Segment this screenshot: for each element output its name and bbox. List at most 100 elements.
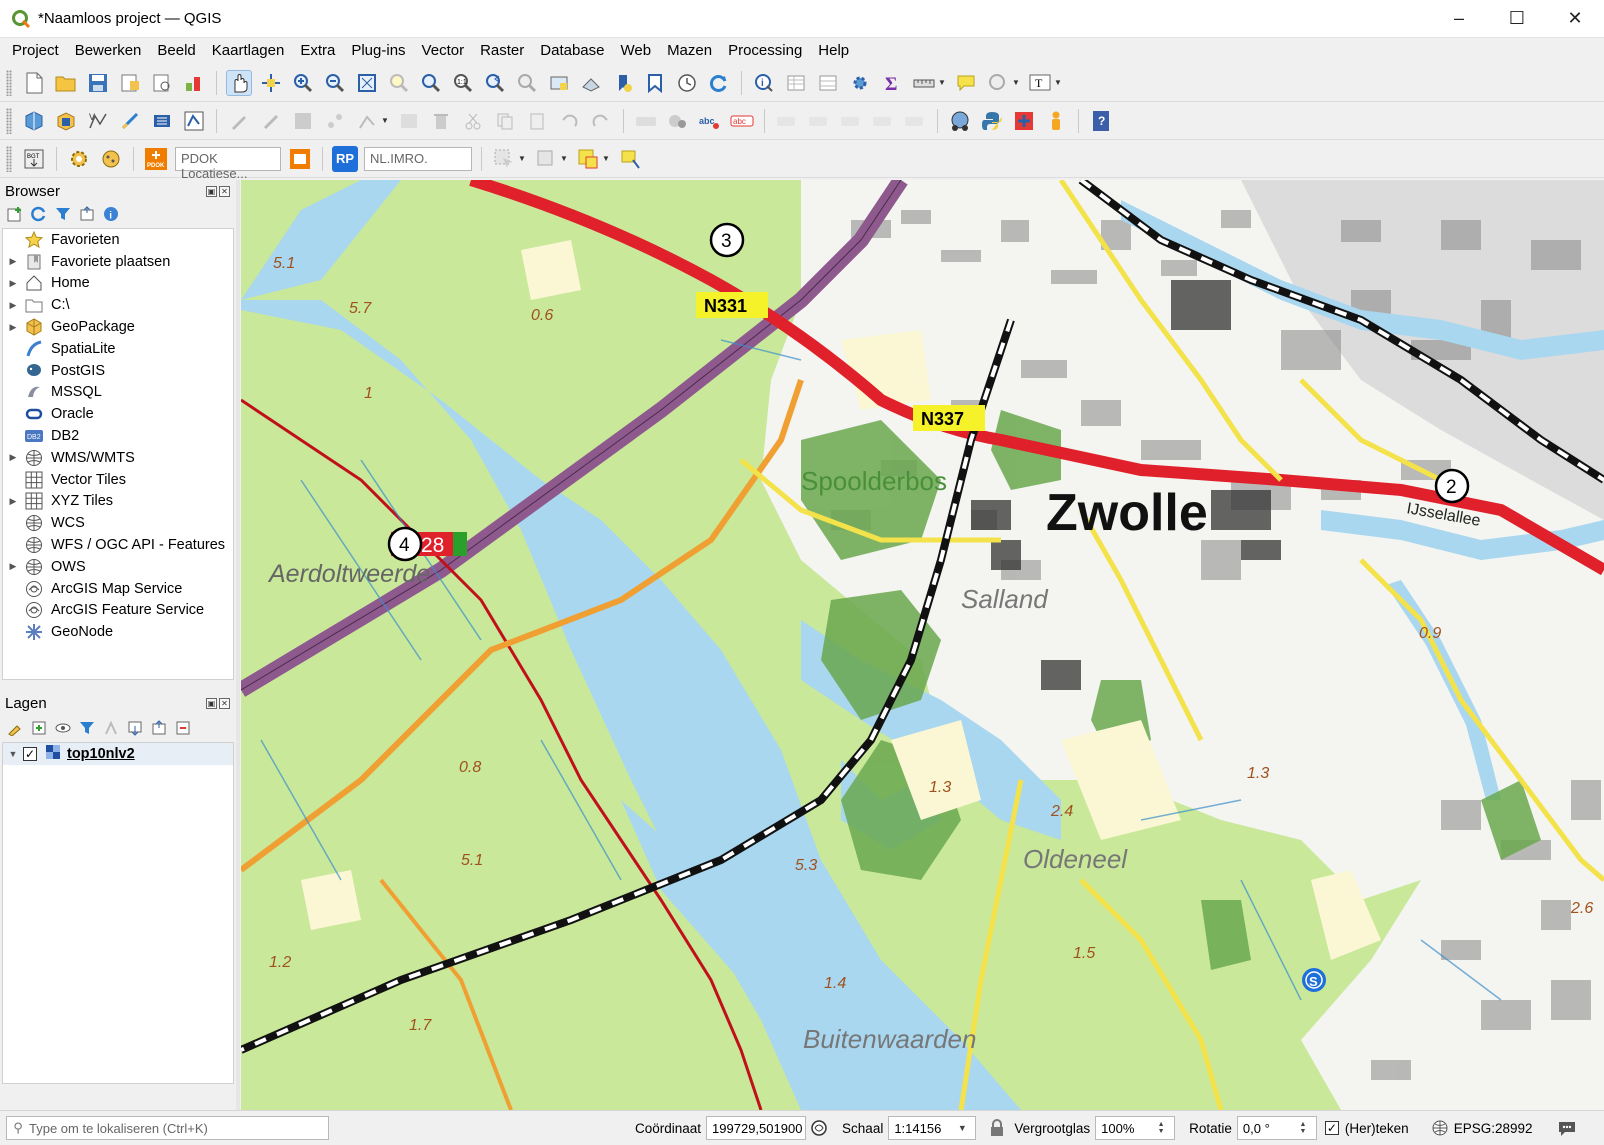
select-features-dropdown-icon[interactable]: ▼ [518, 154, 526, 163]
menu-bewerken[interactable]: Bewerken [67, 38, 150, 64]
expand-arrow-icon[interactable]: ▶ [3, 452, 23, 463]
menu-extra[interactable]: Extra [292, 38, 343, 64]
zoom-to-layer-icon[interactable] [418, 70, 444, 96]
pan-map-icon[interactable] [226, 69, 252, 96]
zoom-last-icon[interactable] [482, 70, 508, 96]
label-toolbar-icon[interactable] [633, 108, 659, 134]
close-panel-button[interactable]: ✕ [219, 185, 230, 197]
menu-help[interactable]: Help [810, 38, 857, 64]
toolbar-grip[interactable] [6, 107, 12, 134]
save-edits-icon[interactable] [290, 108, 316, 134]
layer-labeling-icon[interactable] [665, 108, 691, 134]
close-panel-button[interactable]: ✕ [219, 697, 230, 709]
menu-processing[interactable]: Processing [720, 38, 810, 64]
text-annotation-icon[interactable]: T [1027, 70, 1053, 96]
browser-item[interactable]: WFS / OGC API - Features [3, 534, 233, 556]
label-highlight-icon[interactable]: abc [697, 108, 723, 134]
imro-search-input[interactable]: NL.IMRO. [364, 146, 472, 171]
current-edits-icon[interactable] [226, 108, 252, 134]
new-temporary-layer-icon[interactable] [117, 108, 143, 134]
modify-attributes-icon[interactable] [396, 108, 422, 134]
new-virtual-layer-icon[interactable] [149, 108, 175, 134]
expand-arrow-icon[interactable]: ▶ [3, 561, 23, 572]
menu-plugins[interactable]: Plug-ins [343, 38, 413, 64]
browser-item[interactable]: ArcGIS Map Service [3, 578, 233, 600]
crs-globe-icon[interactable] [1431, 1119, 1449, 1137]
layer-visibility-checkbox[interactable]: ✓ [23, 747, 37, 761]
menu-database[interactable]: Database [532, 38, 612, 64]
expand-arrow-icon[interactable]: ▶ [3, 256, 23, 267]
new-map-view-icon[interactable] [546, 70, 572, 96]
magnifier-spinner-icon[interactable]: ▲ ▼ [1153, 1121, 1169, 1135]
add-feature-icon[interactable] [322, 108, 348, 134]
quickosm-icon[interactable] [947, 108, 973, 134]
float-panel-button[interactable]: ▣ [206, 697, 217, 709]
new-print-layout-icon[interactable] [117, 70, 143, 96]
vertex-tool-icon[interactable] [354, 108, 380, 134]
paste-features-icon[interactable] [524, 108, 550, 134]
show-spatial-bookmarks-icon[interactable] [642, 70, 668, 96]
browser-item[interactable]: ▶ C:\ [3, 294, 233, 316]
zoom-next-icon[interactable] [514, 70, 540, 96]
help-contents-icon[interactable]: ? [1088, 108, 1114, 134]
refresh-icon[interactable] [30, 205, 48, 223]
close-button[interactable]: ✕ [1546, 0, 1604, 38]
pdok-clear-icon[interactable] [287, 146, 313, 172]
scale-field[interactable]: 1:14156 ▼ [888, 1116, 977, 1140]
collapse-arrow-icon[interactable]: ▼ [3, 749, 23, 759]
new-geopackage-layer-icon[interactable] [53, 108, 79, 134]
person-plugin-icon[interactable] [1043, 108, 1069, 134]
rotation-spinner-icon[interactable]: ▲ ▼ [1295, 1121, 1311, 1135]
render-checkbox[interactable]: ✓ [1324, 1121, 1339, 1135]
menu-mazen[interactable]: Mazen [659, 38, 720, 64]
change-label-icon[interactable] [902, 108, 928, 134]
expand-arrow-icon[interactable]: ▶ [3, 322, 23, 333]
collapse-all-icon[interactable] [78, 205, 96, 223]
browser-item[interactable]: Vector Tiles [3, 469, 233, 491]
info-icon[interactable]: i [102, 205, 120, 223]
gear-plugin-icon[interactable] [66, 146, 92, 172]
rotation-field[interactable]: 0,0 ° ▲ ▼ [1236, 1116, 1317, 1140]
new-spatial-bookmark-icon[interactable] [610, 70, 636, 96]
magnifier-field[interactable]: 100% ▲ ▼ [1095, 1116, 1176, 1140]
redo-icon[interactable] [588, 108, 614, 134]
locator-search-field[interactable]: ⚲ Type om te lokaliseren (Ctrl+K) [6, 1116, 329, 1140]
manage-visibility-icon[interactable] [54, 719, 72, 737]
vertex-dropdown-icon[interactable]: ▼ [381, 116, 389, 125]
menu-beeld[interactable]: Beeld [149, 38, 203, 64]
zoom-native-icon[interactable]: 1:1 [450, 70, 476, 96]
bgt-download-icon[interactable]: BGT [21, 146, 47, 172]
pdok-icon[interactable]: PDOK [143, 146, 169, 172]
new-shapefile-layer-icon[interactable]: V [85, 108, 111, 134]
open-attribute-table-icon[interactable] [783, 70, 809, 96]
menu-raster[interactable]: Raster [472, 38, 532, 64]
layout-manager-icon[interactable] [149, 70, 175, 96]
browser-item[interactable]: ▶ OWS [3, 556, 233, 578]
zoom-full-icon[interactable] [354, 70, 380, 96]
menu-vector[interactable]: Vector [414, 38, 473, 64]
add-selected-layers-icon[interactable] [6, 205, 24, 223]
select-by-expression-icon[interactable] [533, 146, 559, 172]
new-3d-map-view-icon[interactable] [578, 70, 604, 96]
coordinate-toggle-icon[interactable] [810, 1119, 828, 1137]
expand-arrow-icon[interactable]: ▶ [3, 300, 23, 311]
toolbar-grip[interactable] [6, 145, 12, 172]
rotate-label-icon[interactable] [870, 108, 896, 134]
expand-arrow-icon[interactable]: ▶ [3, 278, 23, 289]
open-layer-styling-icon[interactable] [6, 719, 24, 737]
sigma-icon[interactable]: Σ [879, 70, 905, 96]
toolbar-grip[interactable] [6, 69, 12, 96]
panel-splitter[interactable] [236, 180, 240, 1110]
browser-item[interactable]: Oracle [3, 403, 233, 425]
remove-layer-icon[interactable] [174, 719, 192, 737]
browser-item[interactable]: ▶ XYZ Tiles [3, 491, 233, 513]
maximize-button[interactable]: ☐ [1488, 0, 1546, 38]
browser-item[interactable]: ArcGIS Feature Service [3, 600, 233, 622]
undo-icon[interactable] [556, 108, 582, 134]
pdok-search-input[interactable]: PDOK Locatiese... [175, 146, 281, 181]
float-panel-button[interactable]: ▣ [206, 185, 217, 197]
toggle-editing-icon[interactable] [258, 108, 284, 134]
expand-arrow-icon[interactable]: ▶ [3, 496, 23, 507]
browser-item[interactable]: WCS [3, 512, 233, 534]
identify-features-icon[interactable]: i [751, 70, 777, 96]
